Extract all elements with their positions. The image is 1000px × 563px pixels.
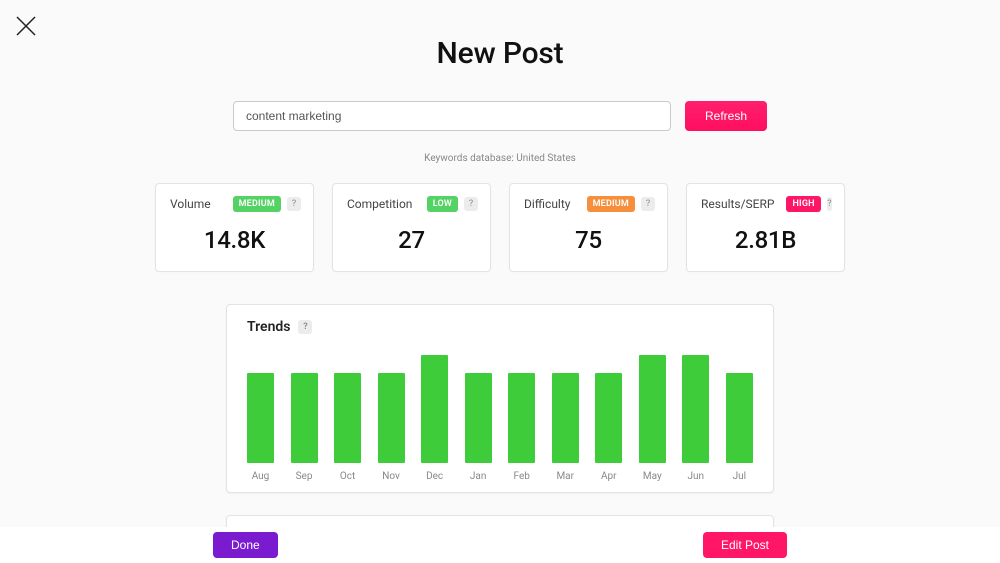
- metric-card-results: Results/SERP HIGH ? 2.81B: [686, 183, 845, 272]
- trends-month-label: Nov: [378, 471, 405, 482]
- help-icon[interactable]: ?: [287, 197, 301, 211]
- trends-bar: [508, 373, 535, 463]
- trends-month-label: Apr: [595, 471, 622, 482]
- trends-bar: [421, 355, 448, 463]
- edit-post-button[interactable]: Edit Post: [703, 532, 787, 558]
- trends-panel: Trends ? Aug Sep Oct Nov Dec Jan Feb Mar Apr May J…: [226, 304, 774, 493]
- metric-label: Competition: [347, 197, 412, 211]
- trends-bar: [639, 355, 666, 463]
- refresh-button[interactable]: Refresh: [685, 101, 767, 131]
- trends-month-label: Oct: [334, 471, 361, 482]
- metric-cards: Volume MEDIUM ? 14.8K Competition LOW ? …: [0, 183, 1000, 272]
- trends-bar: [726, 373, 753, 463]
- trends-month-label: Mar: [552, 471, 579, 482]
- help-icon[interactable]: ?: [641, 197, 655, 211]
- metric-badge: LOW: [427, 196, 458, 212]
- metric-card-difficulty: Difficulty MEDIUM ? 75: [509, 183, 668, 272]
- trends-bar: [334, 373, 361, 463]
- metric-badge: MEDIUM: [587, 196, 635, 212]
- metric-card-competition: Competition LOW ? 27: [332, 183, 491, 272]
- metric-value: 2.81B: [687, 226, 844, 254]
- metric-label: Results/SERP: [701, 197, 774, 211]
- metric-card-volume: Volume MEDIUM ? 14.8K: [155, 183, 314, 272]
- trends-title: Trends: [247, 319, 290, 335]
- trends-bar: [247, 373, 274, 463]
- trends-bar: [465, 373, 492, 463]
- trends-bar: [291, 373, 318, 463]
- trends-chart-labels: Aug Sep Oct Nov Dec Jan Feb Mar Apr May Jun Jul: [247, 471, 753, 482]
- metric-value: 14.8K: [156, 226, 313, 254]
- metric-value: 75: [510, 226, 667, 254]
- trends-month-label: Aug: [247, 471, 274, 482]
- trends-month-label: Jul: [726, 471, 753, 482]
- database-note: Keywords database: United States: [0, 153, 1000, 164]
- metric-label: Volume: [170, 197, 211, 211]
- search-row: Refresh: [0, 101, 1000, 131]
- keyword-search-input[interactable]: [233, 101, 671, 131]
- metric-badge: MEDIUM: [233, 196, 281, 212]
- help-icon[interactable]: ?: [298, 320, 312, 334]
- trends-chart: [247, 353, 753, 463]
- trends-month-label: Dec: [421, 471, 448, 482]
- page-title: New Post: [0, 36, 1000, 71]
- trends-bar: [595, 373, 622, 463]
- keyword-ideas-panel: Keyword Ideas ?: [226, 515, 774, 527]
- close-icon[interactable]: [14, 14, 38, 38]
- trends-month-label: May: [639, 471, 666, 482]
- metric-value: 27: [333, 226, 490, 254]
- done-button[interactable]: Done: [213, 532, 278, 558]
- footer-bar: Done Edit Post: [0, 527, 1000, 563]
- help-icon[interactable]: ?: [827, 197, 832, 211]
- trends-month-label: Jun: [682, 471, 709, 482]
- trends-month-label: Feb: [508, 471, 535, 482]
- trends-bar: [378, 373, 405, 463]
- metric-badge: HIGH: [786, 196, 820, 212]
- trends-bar: [552, 373, 579, 463]
- trends-month-label: Jan: [465, 471, 492, 482]
- metric-label: Difficulty: [524, 197, 570, 211]
- trends-bar: [682, 355, 709, 463]
- trends-month-label: Sep: [291, 471, 318, 482]
- help-icon[interactable]: ?: [464, 197, 478, 211]
